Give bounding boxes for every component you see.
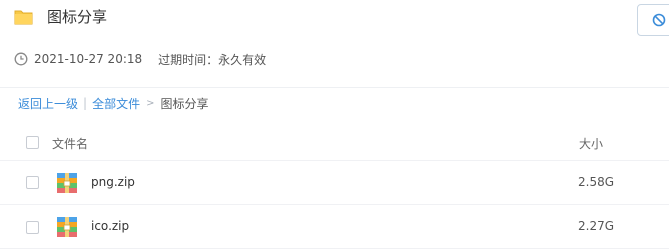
file-row[interactable]: png.zip 2.58G [0,161,669,205]
column-header-name: 文件名 [52,137,89,151]
expiry-label: 过期时间： [158,52,219,67]
folder-icon [14,10,33,25]
select-all-checkbox[interactable] [26,136,39,149]
share-meta: 2021-10-27 20:18 过期时间： 永久有效 [14,50,266,68]
file-checkbox[interactable] [26,221,39,234]
file-name[interactable]: png.zip [91,175,135,189]
share-header: 图标分享 2021-10-27 20:18 过期时间： 永久有效 [0,0,669,88]
breadcrumb: 返回上一级 | 全部文件 > 图标分享 [18,94,208,112]
file-row[interactable]: ico.zip 2.27G [0,205,669,249]
clock-icon [14,52,28,66]
zip-file-icon [57,217,77,237]
breadcrumb-separator: | [83,96,88,110]
share-time: 2021-10-27 20:18 [34,52,143,66]
all-files-link[interactable]: 全部文件 [92,95,140,112]
file-size: 2.27G [578,219,615,233]
breadcrumb-arrow-icon: > [146,97,155,109]
zip-file-icon [57,173,77,193]
share-title: 图标分享 [47,8,108,26]
expiry-value: 永久有效 [218,52,267,67]
cancel-share-icon [652,13,666,27]
file-checkbox[interactable] [26,176,39,189]
cancel-share-button[interactable] [637,4,669,36]
file-list-header: 文件名 大小 [0,124,669,161]
file-name[interactable]: ico.zip [91,219,129,233]
breadcrumb-current: 图标分享 [160,96,209,111]
column-header-size: 大小 [579,137,604,151]
file-size: 2.58G [578,175,615,189]
back-link[interactable]: 返回上一级 [18,95,78,112]
